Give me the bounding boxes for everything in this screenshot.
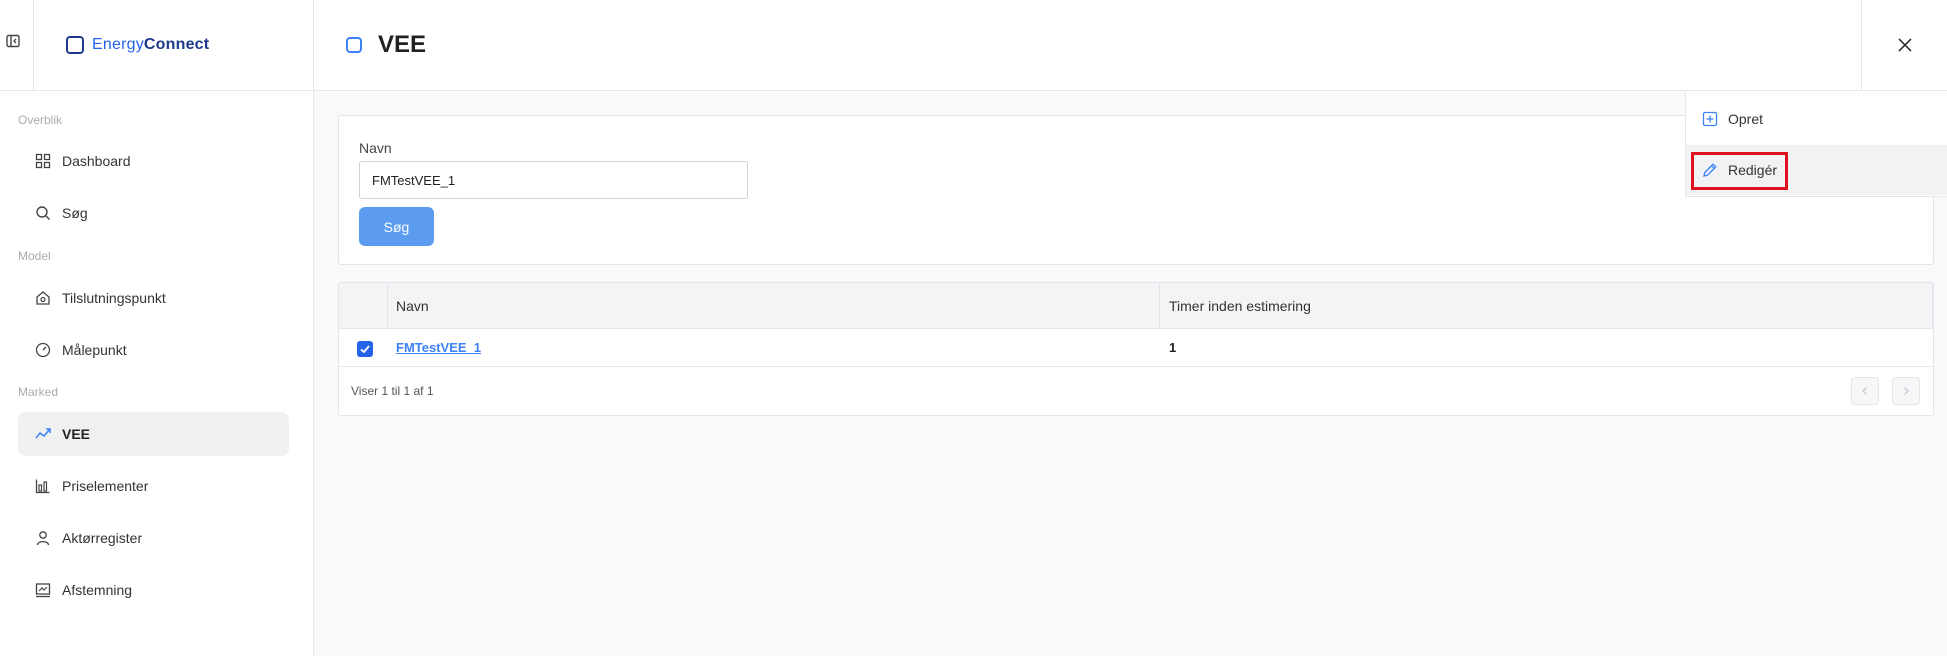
sidebar-item-label: Målepunkt <box>62 342 127 358</box>
name-input[interactable] <box>359 161 748 199</box>
collapse-sidebar-icon[interactable] <box>6 34 20 48</box>
name-field-label: Navn <box>359 140 392 156</box>
edit-label: Redigér <box>1728 162 1778 178</box>
price-chart-icon <box>34 477 52 495</box>
chevron-right-icon <box>1904 387 1909 395</box>
gauge-icon <box>34 341 52 359</box>
sidebar-item-vee[interactable]: VEE <box>18 412 289 456</box>
sidebar-item-label: Afstemning <box>62 582 133 598</box>
page-header: VEE <box>314 0 1861 91</box>
reconcile-icon <box>34 581 52 599</box>
sidebar-item-tilslutningspunkt[interactable]: Tilslutningspunkt <box>18 276 289 320</box>
sidebar-item-maalepunkt[interactable]: Målepunkt <box>18 328 289 372</box>
trend-icon <box>34 425 52 443</box>
edit-button[interactable]: Redigér <box>1686 145 1947 195</box>
sidebar-toggle-area <box>0 0 34 91</box>
table-row[interactable]: FMTestVEE_1 1 <box>339 329 1933 367</box>
sidebar-section-marked: Marked <box>18 385 59 399</box>
sidebar-section-overblik: Overblik <box>18 113 63 127</box>
sidebar-item-priselementer[interactable]: Priselementer <box>18 464 289 508</box>
grid-icon <box>34 152 52 170</box>
sidebar-item-label: Tilslutningspunkt <box>62 290 166 306</box>
brand-name-part1: Energy <box>92 36 144 53</box>
table-header: Navn Timer inden estimering <box>339 283 1933 329</box>
create-label: Opret <box>1728 111 1764 127</box>
house-icon <box>34 289 52 307</box>
action-menu: Opret Redigér <box>1685 91 1947 197</box>
chevron-left-icon <box>1862 387 1867 395</box>
row-hours-value: 1 <box>1169 340 1177 355</box>
previous-page-button[interactable] <box>1851 377 1879 405</box>
sidebar-item-label: Dashboard <box>62 153 131 169</box>
sidebar-item-afstemning[interactable]: Afstemning <box>18 568 289 612</box>
row-name-link[interactable]: FMTestVEE_1 <box>396 340 481 355</box>
person-icon <box>34 529 52 547</box>
pencil-icon <box>1702 162 1718 178</box>
create-button[interactable]: Opret <box>1686 94 1947 144</box>
sidebar-item-aktoerregister[interactable]: Aktørregister <box>18 516 289 560</box>
sidebar-item-label: Priselementer <box>62 478 149 494</box>
pagination-summary: Viser 1 til 1 af 1 <box>351 384 434 398</box>
search-button[interactable]: Søg <box>359 207 434 246</box>
sidebar-item-search[interactable]: Søg <box>18 191 289 235</box>
column-header-name[interactable]: Navn <box>396 298 429 314</box>
column-header-hours[interactable]: Timer inden estimering <box>1169 298 1311 314</box>
sidebar-item-label: Aktørregister <box>62 530 143 546</box>
sidebar-item-dashboard[interactable]: Dashboard <box>18 139 289 183</box>
brand-name-part2: Connect <box>143 36 210 53</box>
plus-square-icon <box>1702 111 1718 127</box>
close-icon <box>1897 38 1912 52</box>
results-table: Navn Timer inden estimering FMTestVEE_1 … <box>338 282 1934 416</box>
sidebar-section-model: Model <box>18 249 51 263</box>
search-icon <box>34 204 52 222</box>
page-icon <box>346 37 362 53</box>
page-title: VEE <box>378 31 427 58</box>
brand-logo[interactable]: EnergyConnect <box>34 0 314 91</box>
row-checkbox[interactable] <box>357 341 373 357</box>
sidebar: Overblik Dashboard Søg Model Tilslutning… <box>0 91 314 656</box>
logo-icon <box>66 36 84 54</box>
sidebar-item-label: VEE <box>62 426 91 442</box>
close-button[interactable] <box>1861 0 1947 91</box>
next-page-button[interactable] <box>1892 377 1920 405</box>
sidebar-item-label: Søg <box>62 205 88 221</box>
checkmark-icon <box>360 345 370 354</box>
